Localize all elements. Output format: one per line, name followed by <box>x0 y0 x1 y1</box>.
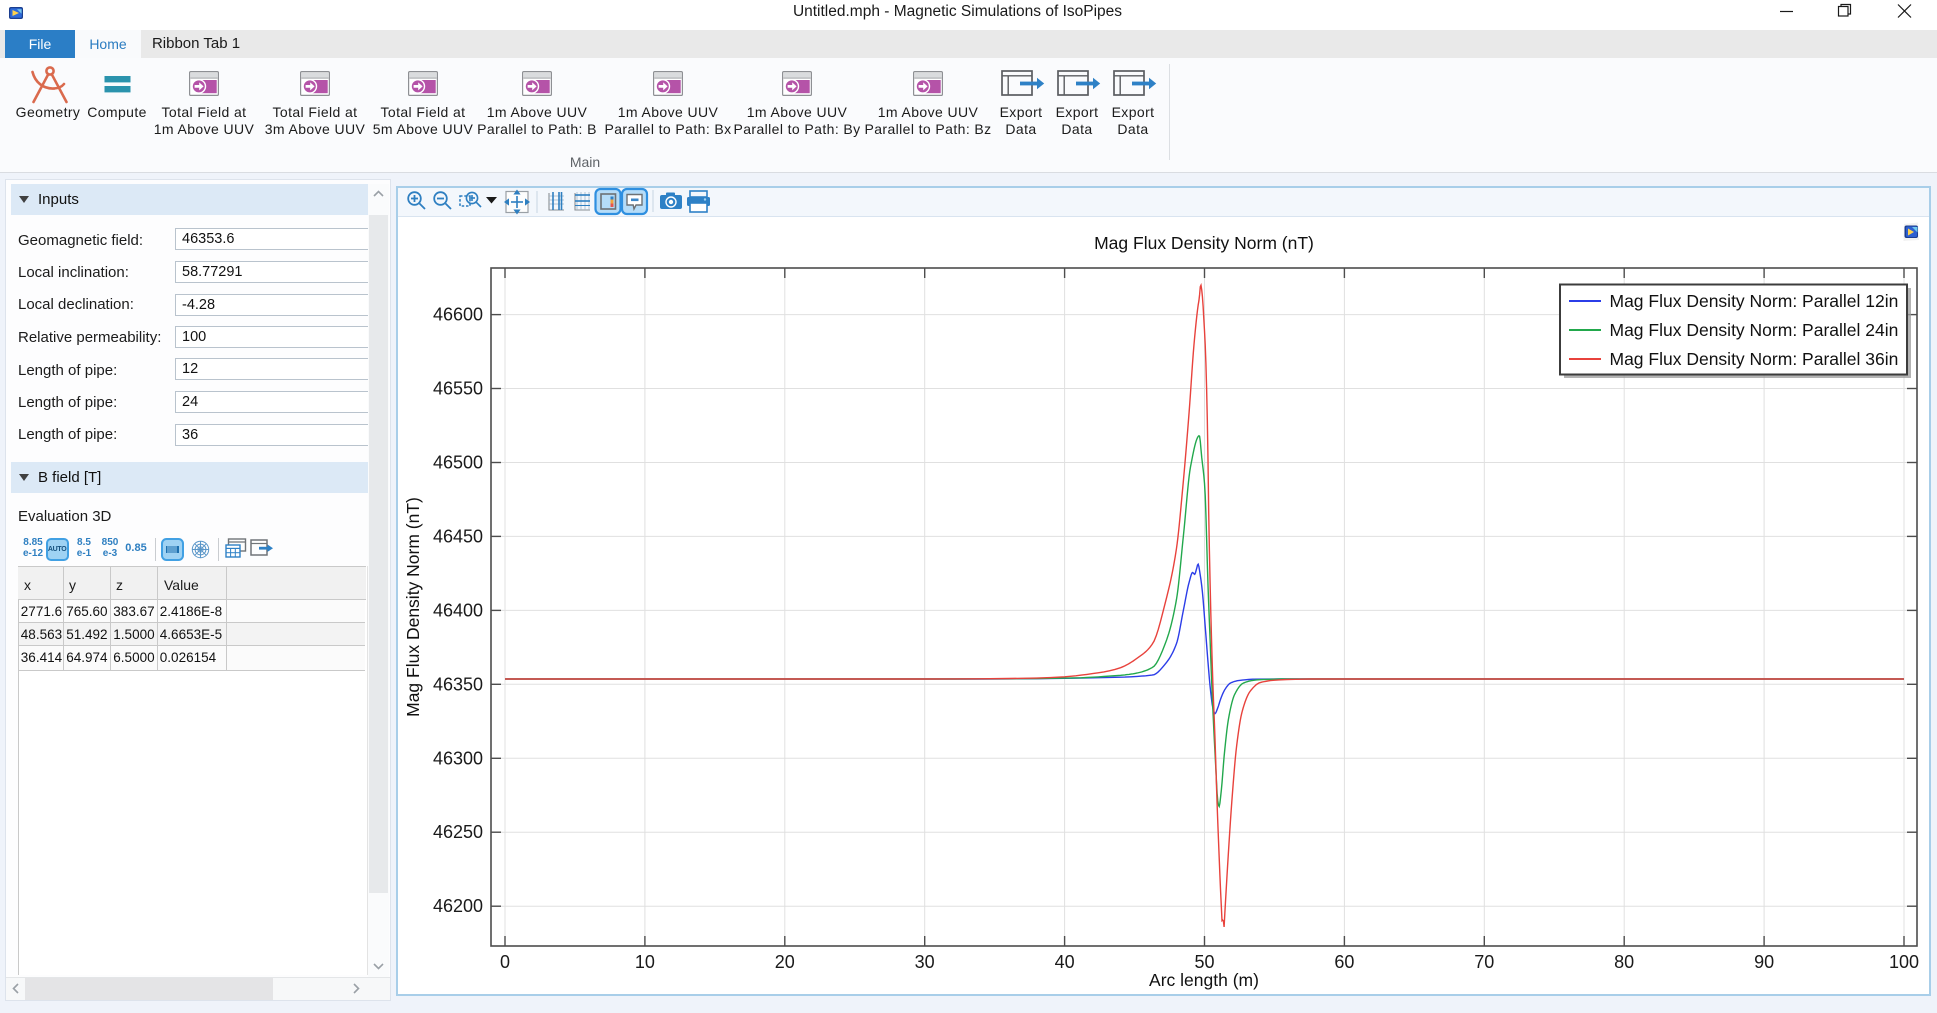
svg-text:46300: 46300 <box>433 748 483 768</box>
svg-text:Arc length (m): Arc length (m) <box>1149 970 1259 990</box>
svg-text:46450: 46450 <box>433 526 483 546</box>
svg-text:46350: 46350 <box>433 674 483 694</box>
svg-text:46250: 46250 <box>433 822 483 842</box>
svg-text:30: 30 <box>915 952 935 972</box>
svg-text:Mag Flux Density Norm: Paralle: Mag Flux Density Norm: Parallel 12in <box>1610 291 1899 311</box>
svg-text:10: 10 <box>635 952 655 972</box>
svg-text:Mag Flux Density Norm (nT): Mag Flux Density Norm (nT) <box>1094 233 1314 253</box>
svg-text:20: 20 <box>775 952 795 972</box>
svg-text:60: 60 <box>1334 952 1354 972</box>
svg-text:70: 70 <box>1474 952 1494 972</box>
svg-text:46200: 46200 <box>433 896 483 916</box>
svg-text:0: 0 <box>500 952 510 972</box>
svg-text:80: 80 <box>1614 952 1634 972</box>
svg-text:50: 50 <box>1194 952 1214 972</box>
svg-text:46600: 46600 <box>433 305 483 325</box>
svg-text:40: 40 <box>1055 952 1075 972</box>
svg-text:46550: 46550 <box>433 379 483 399</box>
svg-text:46500: 46500 <box>433 453 483 473</box>
svg-text:Mag Flux Density Norm: Paralle: Mag Flux Density Norm: Parallel 36in <box>1610 349 1899 369</box>
svg-text:Mag Flux Density Norm: Paralle: Mag Flux Density Norm: Parallel 24in <box>1610 320 1899 340</box>
svg-text:Mag Flux Density Norm (nT): Mag Flux Density Norm (nT) <box>403 497 423 717</box>
svg-text:46400: 46400 <box>433 600 483 620</box>
svg-text:100: 100 <box>1889 952 1919 972</box>
svg-text:90: 90 <box>1754 952 1774 972</box>
